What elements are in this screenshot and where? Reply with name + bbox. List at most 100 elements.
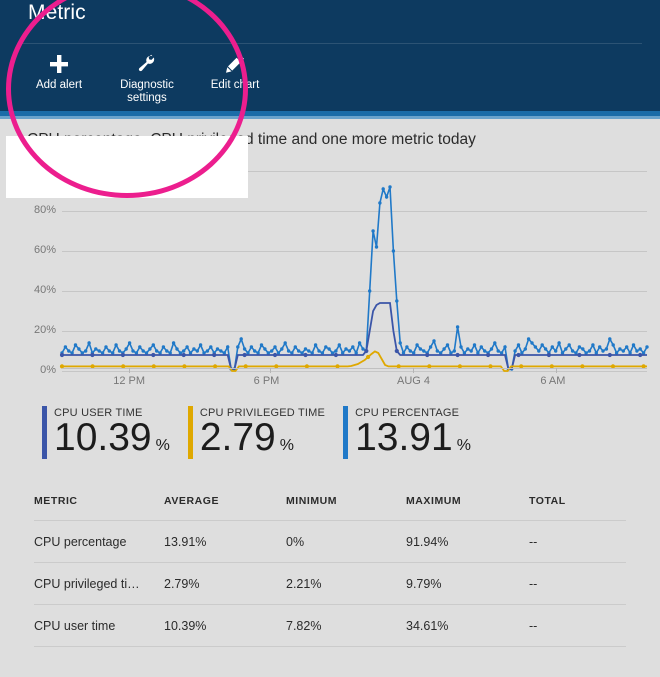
metric-card: CPU PRIVILEGED TIME2.79% <box>188 406 325 459</box>
chart-title: CPU percentage, CPU privileged time and … <box>27 131 476 149</box>
chart-axis-baseline <box>62 368 647 369</box>
table-row[interactable]: CPU user time10.39%7.82%34.61%-- <box>34 605 626 647</box>
table-column-header[interactable]: TOTAL <box>529 487 626 521</box>
chart-data-point <box>250 345 253 348</box>
chart-data-point <box>419 347 422 350</box>
chart-data-point <box>382 187 385 190</box>
chart-data-point <box>392 249 395 252</box>
table-cell-minimum: 0% <box>286 521 406 563</box>
chart-data-point <box>578 345 581 348</box>
chart-data-point <box>243 353 247 357</box>
chart-data-point <box>263 347 266 350</box>
table-cell-average: 13.91% <box>164 521 286 563</box>
chart-data-point <box>94 347 97 350</box>
table-cell-total: -- <box>529 605 626 647</box>
edit-chart-button[interactable]: Edit chart <box>204 52 266 92</box>
chart-data-point <box>138 345 141 348</box>
metric-card: CPU USER TIME10.39% <box>42 406 170 459</box>
chart-data-point <box>162 345 165 348</box>
chart-data-point <box>635 349 638 352</box>
table-column-header[interactable]: AVERAGE <box>164 487 286 521</box>
chart-data-point <box>338 343 341 346</box>
chart-data-point <box>87 341 90 344</box>
chart-data-point <box>541 343 544 346</box>
chart-data-point <box>334 349 337 352</box>
metric-card: CPU PERCENTAGE13.91% <box>343 406 471 459</box>
chart-data-point <box>294 345 297 348</box>
table-column-header[interactable]: MINIMUM <box>286 487 406 521</box>
chart-data-point <box>639 347 642 350</box>
chart-data-point <box>280 347 283 350</box>
chart-data-point <box>453 349 456 352</box>
table-cell-maximum: 91.94% <box>406 521 529 563</box>
chart-data-point <box>368 289 371 292</box>
chart-data-point <box>151 353 155 357</box>
chart-data-point <box>118 349 121 352</box>
chart-data-point <box>466 347 469 350</box>
metric-card-unit: % <box>156 437 170 455</box>
chart-data-point <box>591 343 594 346</box>
metrics-table: METRICAVERAGEMINIMUMMAXIMUMTOTAL CPU per… <box>34 487 626 647</box>
chart-data-point <box>344 347 347 350</box>
chart-data-point <box>155 349 158 352</box>
chart-data-point <box>375 245 378 248</box>
chart-data-point <box>142 349 145 352</box>
chart-data-point <box>530 341 533 344</box>
chart-data-point <box>104 345 107 348</box>
table-column-header[interactable]: MAXIMUM <box>406 487 529 521</box>
chart-data-point <box>395 349 399 353</box>
diagnostic-settings-button[interactable]: Diagnostic settings <box>116 52 178 104</box>
chart-data-point <box>551 345 554 348</box>
table-column-header[interactable]: METRIC <box>34 487 164 521</box>
chart-data-point <box>544 347 547 350</box>
chart-data-point <box>618 347 621 350</box>
chart-data-point <box>486 353 490 357</box>
add-alert-button[interactable]: Add alert <box>28 52 90 92</box>
chart-data-point <box>568 343 571 346</box>
chart-data-point <box>385 195 388 198</box>
table-cell-maximum: 9.79% <box>406 563 529 605</box>
chart-data-point <box>517 343 520 346</box>
table-cell-metric: CPU privileged ti… <box>34 563 164 605</box>
chart-data-point <box>632 343 635 346</box>
x-axis-tick-label: 6 AM <box>540 375 565 387</box>
chart-data-point <box>625 345 628 348</box>
metric-card-unit: % <box>457 437 471 455</box>
metric-card-value: 10.39 <box>54 417 152 459</box>
chart-data-point <box>601 349 604 352</box>
chart-data-point <box>284 341 287 344</box>
chart-data-point <box>74 343 77 346</box>
table-cell-total: -- <box>529 563 626 605</box>
pencil-icon <box>224 52 246 76</box>
chart-data-point <box>429 345 432 348</box>
chart-data-point <box>516 353 520 357</box>
add-alert-label: Add alert <box>36 79 82 92</box>
chart-data-point <box>432 339 435 342</box>
metric-card-accent-bar <box>343 406 348 459</box>
blade-header: Metric Add alert Diagnostic settings <box>0 0 660 115</box>
table-body: CPU percentage13.91%0%91.94%--CPU privil… <box>34 521 626 647</box>
chart-data-point <box>128 341 131 344</box>
chart-data-point <box>473 343 476 346</box>
chart-data-point <box>378 201 381 204</box>
chart-data-point <box>564 347 567 350</box>
chart-data-point <box>304 347 307 350</box>
chart-data-point <box>371 229 374 232</box>
table-row[interactable]: CPU privileged ti…2.79%2.21%9.79%-- <box>34 563 626 605</box>
table-row[interactable]: CPU percentage13.91%0%91.94%-- <box>34 521 626 563</box>
chart-data-point <box>608 353 612 357</box>
table-cell-minimum: 2.21% <box>286 563 406 605</box>
chart-data-point <box>60 353 64 357</box>
metric-card-unit: % <box>280 437 294 455</box>
chart-data-point <box>483 349 486 352</box>
chart-data-point <box>212 353 216 357</box>
metric-chart[interactable]: 100%80%60%40%20%0% 12 PM6 PMAUG 46 AM <box>0 160 660 392</box>
table-cell-maximum: 34.61% <box>406 605 529 647</box>
metric-card-value: 13.91 <box>355 417 453 459</box>
edit-chart-label: Edit chart <box>211 79 260 92</box>
chart-data-point <box>307 349 310 352</box>
chart-data-point <box>240 337 243 340</box>
chart-data-point <box>581 347 584 350</box>
chart-data-point <box>219 349 222 352</box>
chart-data-point <box>206 349 209 352</box>
